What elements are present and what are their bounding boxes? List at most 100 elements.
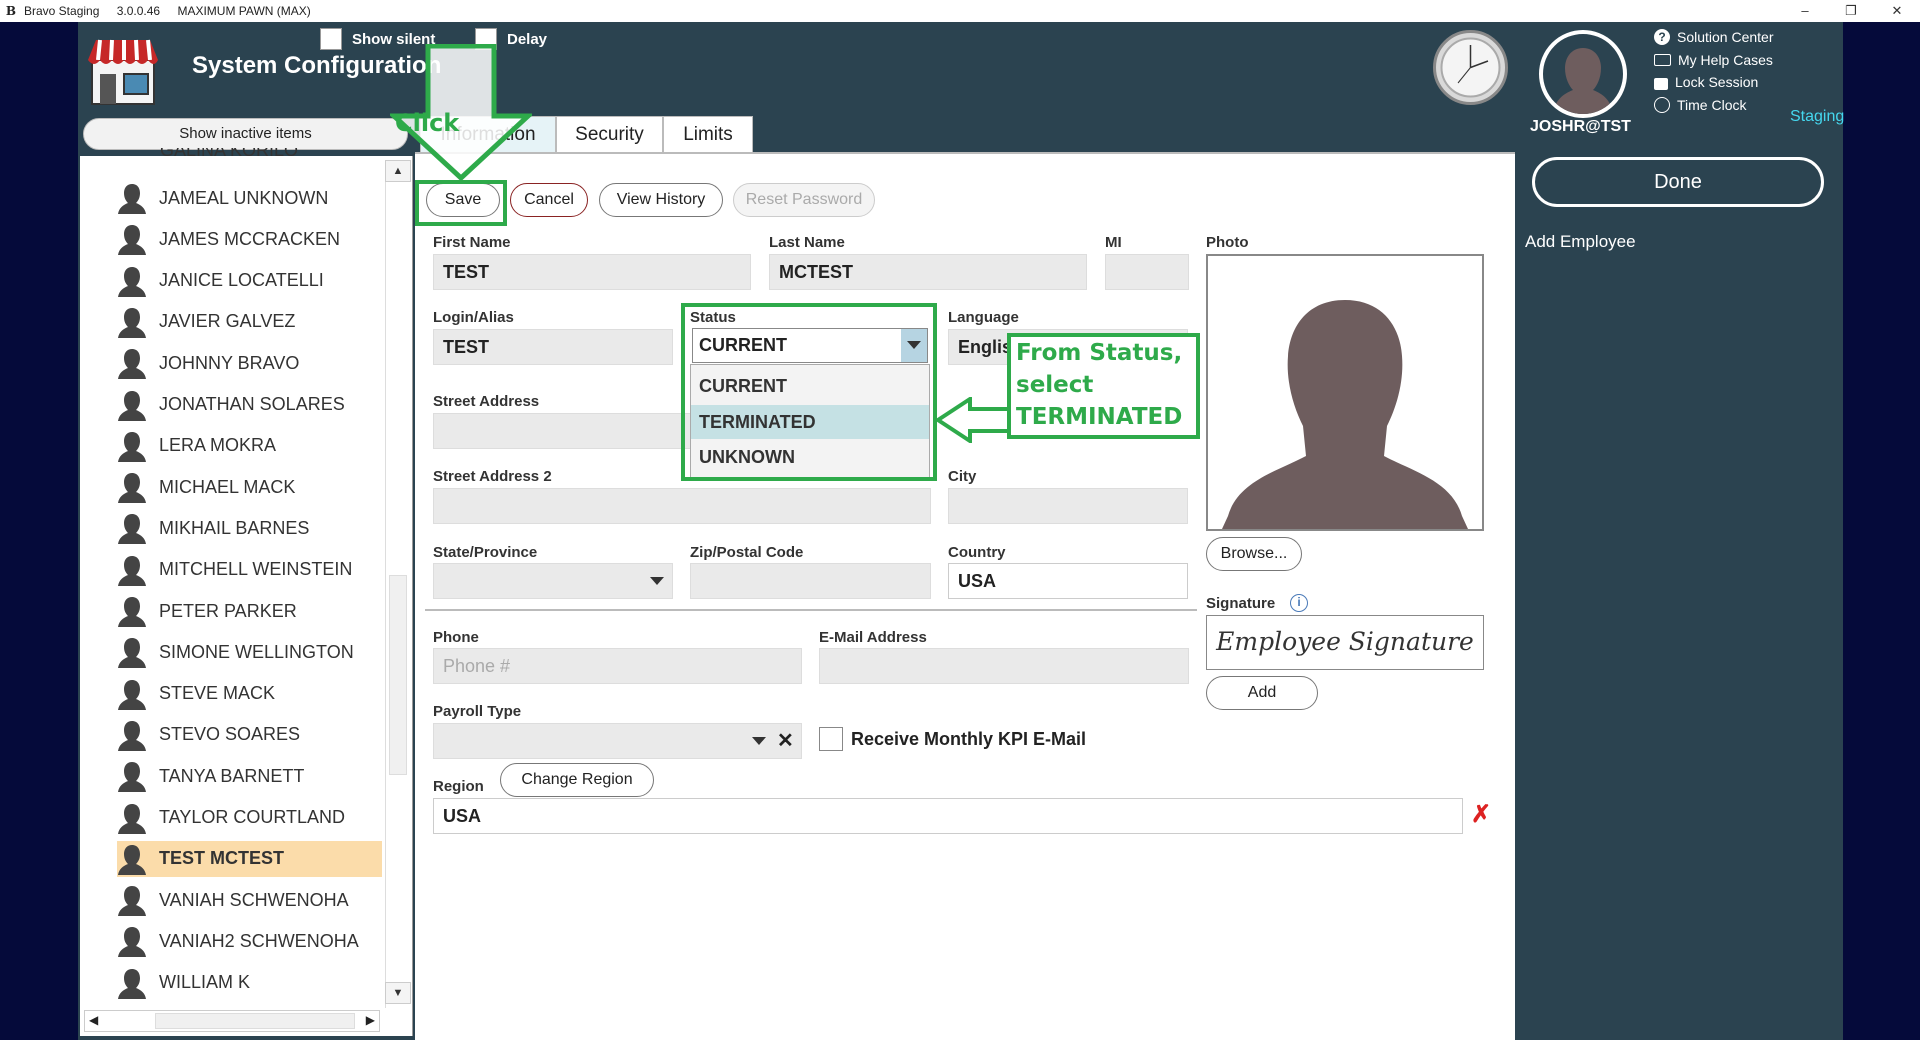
show-silent-box[interactable] <box>320 28 342 50</box>
list-item-label: JAMES MCCRACKEN <box>159 228 341 249</box>
photo-label: Photo <box>1206 234 1249 251</box>
app-name: Bravo Staging <box>24 4 100 18</box>
tab-security[interactable]: Security <box>556 116 663 154</box>
signature-box: Employee Signature <box>1206 615 1484 670</box>
my-help-cases-link[interactable]: My Help Cases <box>1654 52 1773 68</box>
email-field[interactable] <box>819 648 1189 684</box>
list-item-label: STEVE MACK <box>159 683 276 704</box>
my-help-cases-label: My Help Cases <box>1678 52 1773 68</box>
info-icon[interactable]: i <box>1290 594 1308 612</box>
restore-button[interactable]: ❐ <box>1828 0 1874 22</box>
list-item-label: VANIAH SCHWENOHA <box>159 889 349 910</box>
show-inactive-button[interactable]: Show inactive items <box>83 118 408 150</box>
kpi-email-label: Receive Monthly KPI E-Mail <box>851 729 1087 749</box>
scroll-down-arrow[interactable]: ▼ <box>385 982 411 1004</box>
phone-field[interactable]: Phone # <box>433 648 802 684</box>
lock-session-link[interactable]: Lock Session <box>1654 74 1758 90</box>
reset-password-button: Reset Password <box>733 183 875 217</box>
change-region-button[interactable]: Change Region <box>500 763 654 797</box>
time-clock-link[interactable]: Time Clock <box>1654 97 1747 113</box>
silhouette-icon <box>1222 300 1468 529</box>
payroll-select[interactable] <box>433 723 802 759</box>
person-icon <box>118 555 146 586</box>
add-signature-button[interactable]: Add <box>1206 676 1318 710</box>
region-field[interactable]: USA <box>433 798 1463 834</box>
first-name-field[interactable]: TEST <box>433 254 751 290</box>
list-item[interactable]: TEST MCTEST <box>117 840 382 877</box>
user-avatar[interactable] <box>1539 30 1627 118</box>
tab-limits[interactable]: Limits <box>663 116 753 154</box>
list-item-label: PETER PARKER <box>159 600 297 621</box>
state-select[interactable] <box>433 563 673 599</box>
street2-label: Street Address 2 <box>433 468 552 485</box>
country-label: Country <box>948 544 1006 561</box>
first-name-label: First Name <box>433 234 511 251</box>
callout-line-2: select <box>1016 372 1094 398</box>
state-chevron-down-icon[interactable] <box>650 577 664 585</box>
street2-field[interactable] <box>433 488 931 524</box>
time-clock-label: Time Clock <box>1677 97 1747 113</box>
store-icon <box>88 39 158 105</box>
kpi-email-checkbox[interactable] <box>819 727 843 751</box>
callout-line-3: TERMINATED <box>1016 404 1183 430</box>
scroll-thumb[interactable] <box>389 575 407 775</box>
list-item-label: TANYA BARNETT <box>159 765 305 786</box>
last-name-label: Last Name <box>769 234 845 251</box>
mi-field[interactable] <box>1105 254 1189 290</box>
person-icon <box>118 266 146 297</box>
list-item-label: SIMONE WELLINGTON <box>159 641 354 662</box>
email-label: E-Mail Address <box>819 629 927 646</box>
list-item-label: TAYLOR COURTLAND <box>159 807 346 827</box>
street-label: Street Address <box>433 393 540 410</box>
browse-button[interactable]: Browse... <box>1206 537 1302 571</box>
left-arrow-icon <box>934 397 1014 443</box>
region-label: Region <box>433 778 484 795</box>
list-vertical-scrollbar[interactable] <box>385 160 411 1008</box>
app-logo: B <box>5 4 17 18</box>
payroll-chevron-down-icon[interactable] <box>752 737 766 745</box>
city-field[interactable] <box>948 488 1188 524</box>
list-item-label: WILLIAM K <box>159 972 251 993</box>
list-item-label: VANIAH2 SCHWENOHA <box>159 930 359 951</box>
status-callout: From Status, select TERMINATED <box>1007 333 1200 439</box>
horizontal-thumb[interactable] <box>155 1013 355 1029</box>
add-employee-link[interactable]: Add Employee <box>1525 232 1636 252</box>
zip-label: Zip/Postal Code <box>690 544 804 561</box>
view-history-button[interactable]: View History <box>599 183 723 217</box>
zip-field[interactable] <box>690 563 931 599</box>
section-divider <box>425 609 1197 611</box>
person-icon <box>118 349 146 380</box>
lock-session-label: Lock Session <box>1675 74 1759 90</box>
login-field[interactable]: TEST <box>433 329 673 365</box>
minimize-button[interactable]: – <box>1782 0 1828 22</box>
status-highlight-box <box>681 303 937 481</box>
list-item-label: JAVIER GALVEZ <box>159 311 296 332</box>
country-field[interactable]: USA <box>948 563 1188 599</box>
payroll-label: Payroll Type <box>433 703 522 720</box>
list-item-label: MIKHAIL BARNES <box>159 517 310 538</box>
cancel-button[interactable]: Cancel <box>510 183 588 217</box>
list-item-label: MITCHELL WEINSTEIN <box>159 559 353 580</box>
person-icon <box>118 762 146 793</box>
list-item-partial: GALINA KORILO <box>160 148 299 160</box>
person-icon <box>118 886 146 917</box>
person-icon <box>118 307 146 338</box>
close-window-button[interactable]: ✕ <box>1874 0 1920 22</box>
state-label: State/Province <box>433 544 538 561</box>
scroll-right-arrow[interactable]: ▶ <box>366 1013 375 1027</box>
list-horizontal-scrollbar[interactable]: ◀ ▶ <box>84 1010 380 1032</box>
clear-payroll-icon[interactable]: ✕ <box>777 728 794 753</box>
clock-small-icon <box>1654 97 1670 113</box>
done-button[interactable]: Done <box>1532 157 1824 207</box>
clear-region-icon[interactable]: ✗ <box>1471 800 1491 829</box>
list-item-label: TEST MCTEST <box>159 848 284 869</box>
current-user: JOSHR@TST <box>1530 118 1631 135</box>
login-label: Login/Alias <box>433 309 514 326</box>
person-icon <box>118 514 146 545</box>
last-name-field[interactable]: MCTEST <box>769 254 1087 290</box>
app-version: 3.0.0.46 <box>116 4 161 18</box>
list-item-label: MICHAEL MACK <box>159 476 296 497</box>
solution-center-link[interactable]: ? Solution Center <box>1654 29 1774 45</box>
scroll-left-arrow[interactable]: ◀ <box>89 1013 98 1027</box>
clock-icon[interactable] <box>1433 30 1508 105</box>
